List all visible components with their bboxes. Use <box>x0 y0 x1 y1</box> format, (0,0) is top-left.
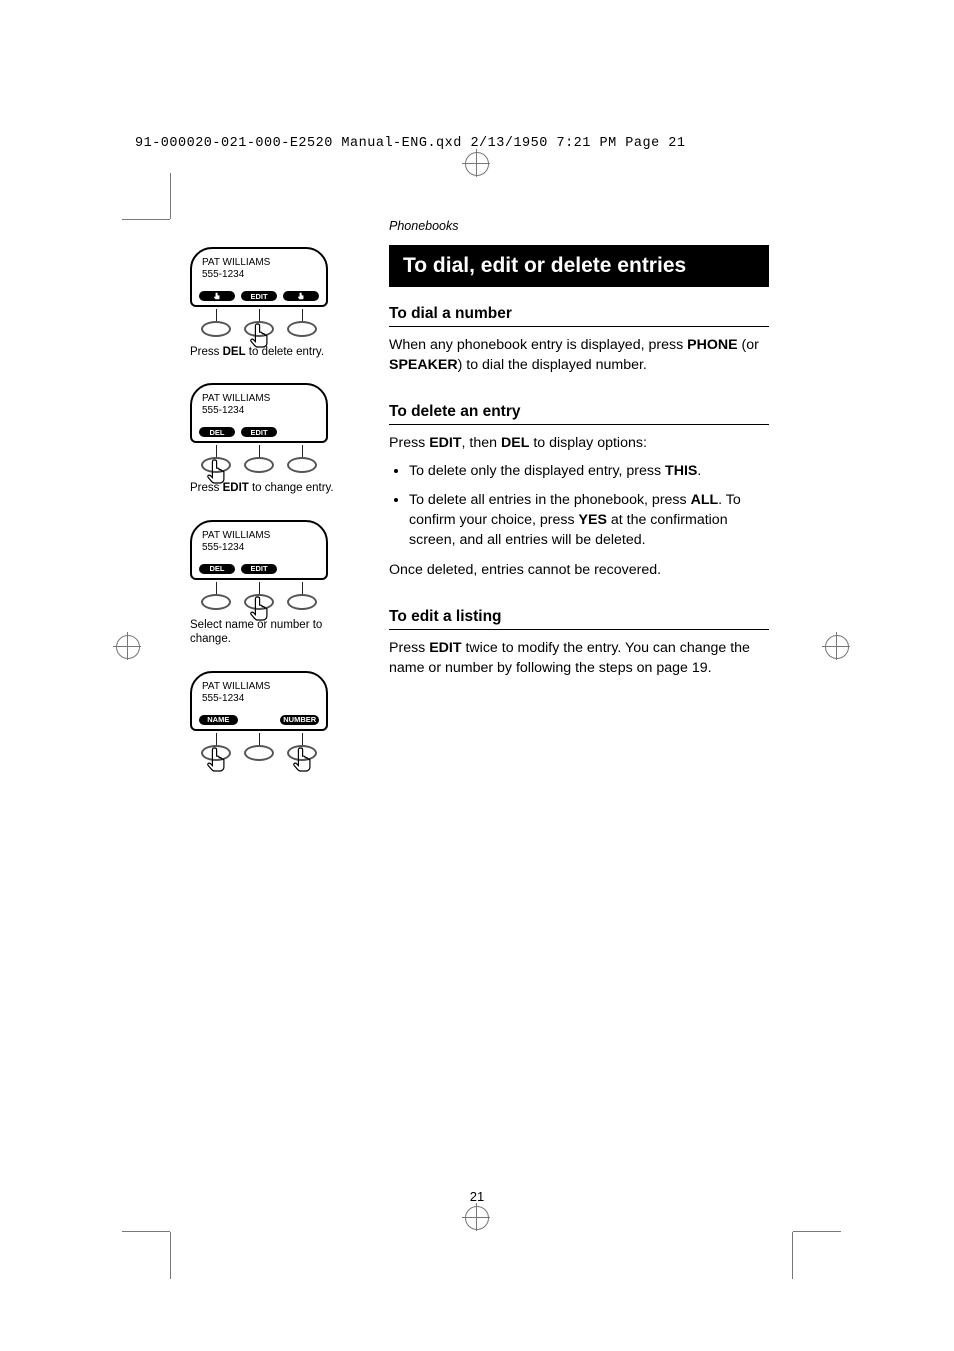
hand-pointer-icon <box>297 292 305 300</box>
crop-mark-icon <box>792 1232 793 1279</box>
diagram-select-name-number: PAT WILLIAMS 555-1234 NAME NUMBER <box>190 671 360 761</box>
hand-pointer-icon <box>248 321 272 351</box>
body-text: Press EDIT twice to modify the entry. Yo… <box>389 638 769 678</box>
body-text: Press EDIT, then DEL to display options: <box>389 433 769 453</box>
hand-pointer-icon <box>291 745 315 775</box>
phone-button-right <box>287 321 317 337</box>
softkey-edit: EDIT <box>241 564 277 574</box>
page-number: 21 <box>0 1189 954 1204</box>
softkey-name: NAME <box>199 715 238 725</box>
hand-pointer-icon <box>213 292 221 300</box>
phone-button-right <box>287 745 317 761</box>
crop-mark-icon <box>170 173 171 219</box>
text-column: Phonebooks To dial, edit or delete entri… <box>389 219 769 687</box>
registration-mark-icon <box>462 1203 490 1231</box>
screen-number: 555-1234 <box>202 693 316 705</box>
phone-button-center <box>244 457 274 473</box>
registration-mark-icon <box>462 149 490 177</box>
bullet-list: To delete only the displayed entry, pres… <box>389 461 769 550</box>
phone-screen: PAT WILLIAMS 555-1234 NAME NUMBER <box>190 671 328 731</box>
phone-button-left <box>201 594 231 610</box>
screen-name: PAT WILLIAMS <box>202 257 316 269</box>
illustration-column: PAT WILLIAMS 555-1234 EDIT Press DEL to … <box>190 247 360 785</box>
phone-button-center <box>244 594 274 610</box>
diagram-delete-entry: PAT WILLIAMS 555-1234 DEL EDIT Press EDI… <box>190 383 360 495</box>
softkey-number: NUMBER <box>280 715 319 725</box>
screen-name: PAT WILLIAMS <box>202 681 316 693</box>
screen-number: 555-1234 <box>202 405 316 417</box>
phone-button-left <box>201 745 231 761</box>
phone-button-center <box>244 745 274 761</box>
screen-name: PAT WILLIAMS <box>202 393 316 405</box>
screen-number: 555-1234 <box>202 269 316 281</box>
diagram-caption: Select name or number to change. <box>190 618 360 647</box>
header-text: 91-000020-021-000-E2520 Manual-ENG.qxd 2… <box>135 136 685 151</box>
section-heading-edit: To edit a listing <box>389 608 769 630</box>
registration-mark-icon <box>113 632 141 660</box>
screen-name: PAT WILLIAMS <box>202 530 316 542</box>
list-item: To delete only the displayed entry, pres… <box>409 461 769 481</box>
crop-mark-icon <box>122 1231 170 1232</box>
softkey-del: DEL <box>199 427 235 437</box>
hand-pointer-icon <box>205 457 229 487</box>
hand-pointer-icon <box>248 594 272 624</box>
softkey-del: DEL <box>199 564 235 574</box>
print-header: 91-000020-021-000-E2520 Manual-ENG.qxd 2… <box>135 136 685 151</box>
phone-screen: PAT WILLIAMS 555-1234 DEL EDIT <box>190 383 328 443</box>
section-heading-delete: To delete an entry <box>389 403 769 425</box>
crop-mark-icon <box>170 1232 171 1279</box>
softkey-center: EDIT <box>241 291 277 301</box>
softkey-right <box>283 291 319 301</box>
phone-button-right <box>287 594 317 610</box>
hand-pointer-icon <box>205 745 229 775</box>
phone-screen: PAT WILLIAMS 555-1234 DEL EDIT <box>190 520 328 580</box>
diagram-change-entry: PAT WILLIAMS 555-1234 DEL EDIT Select na… <box>190 520 360 647</box>
crop-mark-icon <box>793 1231 841 1232</box>
diagram-caption: Press DEL to delete entry. <box>190 345 360 359</box>
list-item: To delete all entries in the phonebook, … <box>409 490 769 550</box>
breadcrumb: Phonebooks <box>389 219 769 233</box>
phone-button-left <box>201 457 231 473</box>
phone-button-left <box>201 321 231 337</box>
crop-mark-icon <box>122 219 170 220</box>
body-text: Once deleted, entries cannot be recovere… <box>389 560 769 580</box>
phone-button-right <box>287 457 317 473</box>
body-text: When any phonebook entry is displayed, p… <box>389 335 769 375</box>
phone-screen: PAT WILLIAMS 555-1234 EDIT <box>190 247 328 307</box>
page-title: To dial, edit or delete entries <box>389 245 769 287</box>
registration-mark-icon <box>822 632 850 660</box>
screen-number: 555-1234 <box>202 542 316 554</box>
section-heading-dial: To dial a number <box>389 305 769 327</box>
softkey-edit: EDIT <box>241 427 277 437</box>
diagram-edit-entry: PAT WILLIAMS 555-1234 EDIT Press DEL to … <box>190 247 360 359</box>
phone-button-center <box>244 321 274 337</box>
softkey-left <box>199 291 235 301</box>
